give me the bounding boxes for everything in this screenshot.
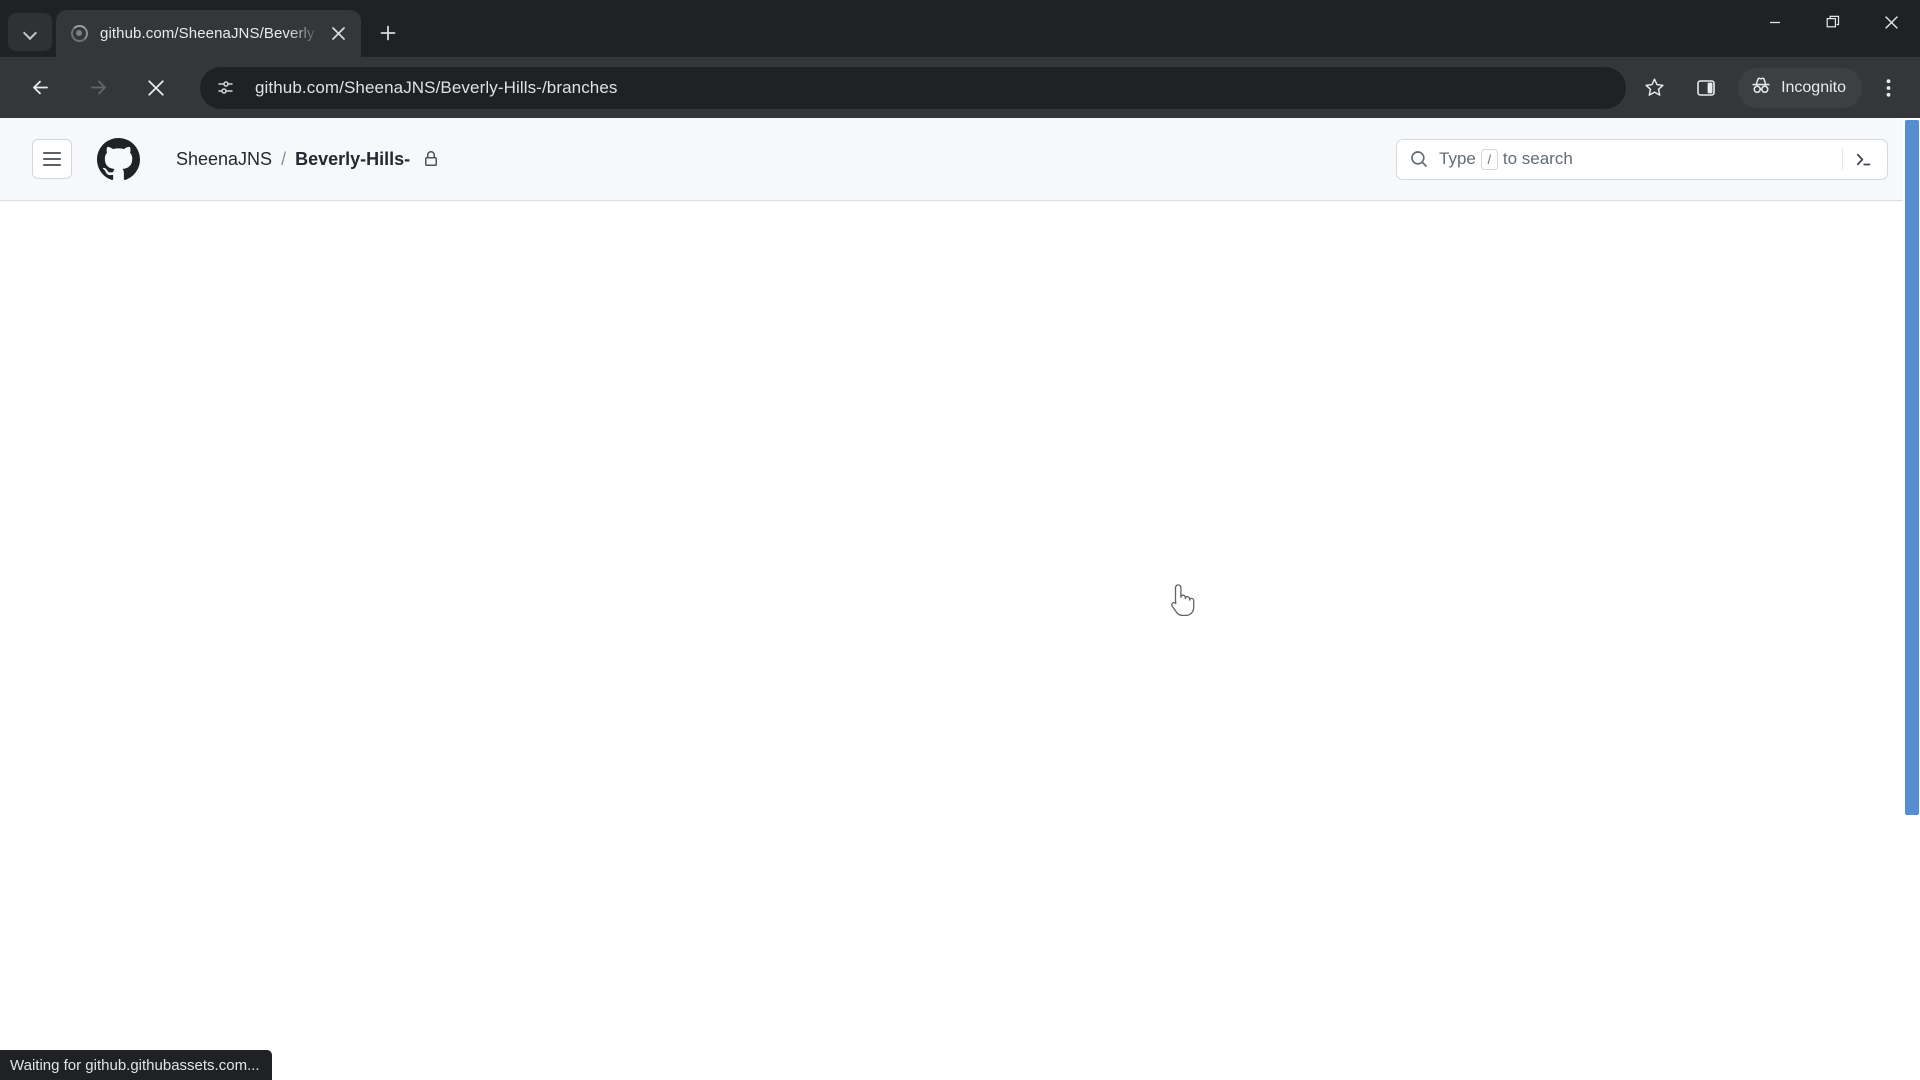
incognito-hat-icon xyxy=(1750,76,1772,100)
github-search-area: Type / to search xyxy=(1396,138,1888,180)
browser-toolbar: github.com/SheenaJNS/Beverly-Hills-/bran… xyxy=(0,57,1920,118)
breadcrumb-repo[interactable]: Beverly-Hills- xyxy=(295,149,410,170)
slash-key-hint: / xyxy=(1480,148,1498,170)
site-settings-icon[interactable] xyxy=(208,71,242,105)
tab-title: github.com/SheenaJNS/Beverly xyxy=(100,25,315,42)
star-icon[interactable] xyxy=(1634,68,1674,108)
url-text[interactable]: github.com/SheenaJNS/Beverly-Hills-/bran… xyxy=(242,78,1618,98)
browser-window: github.com/SheenaJNS/Beverly github.com/… xyxy=(0,0,1920,1080)
github-octocat-logo[interactable] xyxy=(97,137,140,181)
search-placeholder: Type / to search xyxy=(1428,148,1842,170)
search-input[interactable]: Type / to search xyxy=(1396,138,1888,180)
incognito-label: Incognito xyxy=(1781,78,1846,96)
breadcrumb-separator: / xyxy=(281,148,287,169)
side-panel-icon[interactable] xyxy=(1686,68,1726,108)
lock-icon xyxy=(423,151,439,167)
status-bubble: Waiting for github.githubassets.com... xyxy=(0,1050,272,1080)
tab-search-button[interactable] xyxy=(8,13,52,51)
page-scrollbar[interactable] xyxy=(1903,118,1920,1080)
new-tab-button[interactable] xyxy=(371,16,405,50)
toolbar-actions: Incognito xyxy=(1634,67,1908,108)
page-content-blank xyxy=(0,202,1920,1080)
restore-window-button[interactable] xyxy=(1804,0,1862,44)
address-bar[interactable]: github.com/SheenaJNS/Beverly-Hills-/bran… xyxy=(200,66,1627,109)
chevron-down-icon xyxy=(25,27,36,38)
browser-tab[interactable]: github.com/SheenaJNS/Beverly xyxy=(56,10,361,57)
close-tab-button[interactable] xyxy=(325,21,351,47)
search-placeholder-before: Type xyxy=(1439,149,1476,168)
stop-loading-button[interactable] xyxy=(136,68,176,108)
tab-strip: github.com/SheenaJNS/Beverly xyxy=(0,0,1920,57)
breadcrumb: SheenaJNS / Beverly-Hills- xyxy=(176,149,439,170)
scrollbar-thumb[interactable] xyxy=(1905,120,1919,815)
github-header: SheenaJNS / Beverly-Hills- Type / to sea… xyxy=(0,118,1920,201)
incognito-indicator[interactable]: Incognito xyxy=(1738,67,1862,108)
hamburger-menu-icon[interactable] xyxy=(32,139,72,179)
search-icon xyxy=(1410,150,1428,168)
breadcrumb-owner[interactable]: SheenaJNS xyxy=(176,149,272,170)
page-viewport: SheenaJNS / Beverly-Hills- Type / to sea… xyxy=(0,118,1920,1080)
three-dot-menu-icon[interactable] xyxy=(1868,68,1908,108)
search-placeholder-after: to search xyxy=(1502,149,1573,168)
window-controls xyxy=(1746,0,1920,44)
back-button[interactable] xyxy=(20,68,60,108)
forward-button[interactable] xyxy=(78,68,118,108)
loading-spinner-icon xyxy=(70,24,89,43)
terminal-icon[interactable] xyxy=(1843,141,1883,177)
close-window-button[interactable] xyxy=(1862,0,1920,44)
minimize-window-button[interactable] xyxy=(1746,0,1804,44)
